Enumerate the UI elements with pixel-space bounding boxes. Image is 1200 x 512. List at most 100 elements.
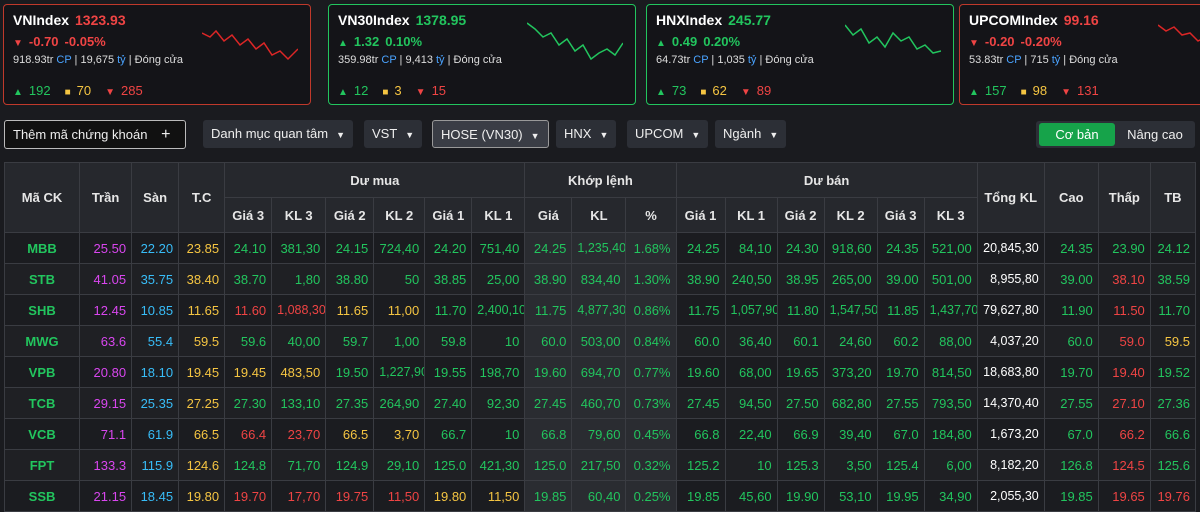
subheader-giá-1[interactable]: Giá 1: [424, 197, 473, 233]
cell-ask-price-2: 19.90: [776, 480, 825, 512]
subheader-kl[interactable]: KL: [571, 197, 627, 233]
cell-bid-vol-3: 381,30: [271, 232, 327, 264]
table-row[interactable]: MBB 25.50 22.20 23.85 24.10 381,30 24.15 724,40…: [3, 232, 1197, 264]
header-low[interactable]: Thấp: [1097, 162, 1151, 233]
cell-symbol[interactable]: SHB: [3, 294, 81, 326]
table-row[interactable]: SSB 21.15 18.45 19.80 19.70 17,70 19.75 11,50 19…: [3, 480, 1197, 512]
subheader-kl-1[interactable]: KL 1: [471, 197, 526, 233]
subheader-kl-2[interactable]: KL 2: [823, 197, 878, 233]
subheader-kl-3[interactable]: KL 3: [923, 197, 978, 233]
index-sparkline: [845, 24, 941, 54]
advanced-view-button[interactable]: Nâng cao: [1118, 123, 1192, 146]
cell-symbol[interactable]: TCB: [3, 387, 81, 419]
cell-ask-vol-1: 36,40: [724, 325, 778, 357]
cell-symbol[interactable]: MBB: [3, 232, 81, 264]
subheader-giá-1[interactable]: Giá 1: [675, 197, 726, 233]
header-ask-group: Dư bán: [675, 162, 978, 198]
header-symbol[interactable]: Mã CK: [3, 162, 81, 233]
cell-high: 67.0: [1043, 418, 1099, 450]
cell-bid-price-1: 24.20: [424, 232, 473, 264]
cell-symbol[interactable]: VPB: [3, 356, 81, 388]
cell-bid-vol-1: 751,40: [471, 232, 526, 264]
hnx-dropdown[interactable]: HNX ▼: [556, 120, 617, 148]
table-row[interactable]: MWG 63.6 55.4 59.5 59.6 40,00 59.7 1,00 59.8 10 60…: [3, 325, 1197, 357]
index-card-upcomindex[interactable]: UPCOMIndex99.16-0.20-0.20%53.83trCP | 71…: [959, 4, 1200, 105]
cell-bid-price-2: 19.50: [325, 356, 375, 388]
basic-view-button[interactable]: Cơ bản: [1039, 123, 1115, 146]
advancers-count: 12: [338, 83, 368, 98]
index-card-vn30index[interactable]: VN30Index1378.951.320.10%359.98trCP | 9,…: [328, 4, 636, 105]
add-symbol-button[interactable]: Thêm mã chứng khoán +: [4, 120, 186, 149]
cell-ask-price-2: 66.9: [776, 418, 825, 450]
cell-low: 66.2: [1097, 418, 1151, 450]
cell-bid-price-1: 38.85: [424, 263, 473, 295]
cell-total-volume: 2,055,30: [976, 480, 1045, 512]
price-board-body: MBB 25.50 22.20 23.85 24.10 381,30 24.15 724,40…: [3, 232, 1197, 512]
subheader-kl-2[interactable]: KL 2: [373, 197, 426, 233]
subheader-percent[interactable]: %: [625, 197, 677, 233]
table-row[interactable]: VPB 20.80 18.10 19.45 19.45 483,50 19.50 1,227,…: [3, 356, 1197, 388]
cell-match-price: 11.75: [524, 294, 573, 326]
table-row[interactable]: VCB 71.1 61.9 66.5 66.4 23,70 66.5 3,70 66.7 10 66…: [3, 418, 1197, 450]
cell-low: 19.40: [1097, 356, 1151, 388]
cell-ask-vol-2: 373,20: [823, 356, 878, 388]
arrow-down-icon: [13, 34, 29, 49]
table-row[interactable]: STB 41.05 35.75 38.40 38.70 1,80 38.80 50 38.85 2…: [3, 263, 1197, 295]
industry-dropdown[interactable]: Ngành ▼: [715, 120, 787, 148]
cell-bid-price-3: 66.4: [224, 418, 273, 450]
table-row[interactable]: FPT 133.3 115.9 124.6 124.8 71,70 124.9 29,10 12…: [3, 449, 1197, 481]
cell-floor: 10.85: [131, 294, 180, 326]
index-change-value: 0.49: [671, 34, 698, 49]
cell-bid-vol-1: 198,70: [471, 356, 526, 388]
vst-dropdown[interactable]: VST ▼: [364, 120, 423, 148]
watchlist-dropdown[interactable]: Danh mục quan tâm ▼: [203, 120, 353, 148]
cell-ask-price-1: 19.60: [675, 356, 726, 388]
subheader-giá-3[interactable]: Giá 3: [876, 197, 925, 233]
advancers-count: 192: [13, 83, 51, 98]
subheader-giá-3[interactable]: Giá 3: [224, 197, 273, 233]
header-total-volume[interactable]: Tổng KL: [976, 162, 1045, 233]
cell-bid-vol-2: 264,90: [373, 387, 426, 419]
index-change-value: -0.20: [984, 34, 1015, 49]
table-row[interactable]: TCB 29.15 25.35 27.25 27.30 133,10 27.35 264,90…: [3, 387, 1197, 419]
cell-bid-price-2: 38.80: [325, 263, 375, 295]
cell-bid-price-1: 59.8: [424, 325, 473, 357]
hose-label: HOSE (VN30): [441, 127, 523, 142]
cell-symbol[interactable]: STB: [3, 263, 81, 295]
subheader-giá-2[interactable]: Giá 2: [325, 197, 375, 233]
view-mode-toggle: Cơ bản Nâng cao: [1036, 121, 1195, 148]
header-floor[interactable]: Sàn: [131, 162, 180, 233]
cell-ask-price-3: 27.55: [876, 387, 925, 419]
hose-dropdown[interactable]: HOSE (VN30) ▼: [432, 120, 549, 148]
index-change-value: 1.32: [353, 34, 380, 49]
header-high[interactable]: Cao: [1043, 162, 1099, 233]
cell-floor: 22.20: [131, 232, 180, 264]
table-row[interactable]: SHB 12.45 10.85 11.65 11.60 1,088,30 11.65 11,0…: [3, 294, 1197, 326]
subheader-kl-3[interactable]: KL 3: [271, 197, 327, 233]
cell-symbol[interactable]: MWG: [3, 325, 81, 357]
cell-symbol[interactable]: FPT: [3, 449, 81, 481]
index-value: 99.16: [1063, 12, 1099, 28]
cell-ask-price-2: 11.80: [776, 294, 825, 326]
header-match-group: Khớp lệnh: [524, 162, 677, 198]
cell-reference: 66.5: [178, 418, 226, 450]
subheader-giá[interactable]: Giá: [524, 197, 573, 233]
chevron-down-icon: ▼: [769, 130, 779, 140]
header-reference[interactable]: T.C: [178, 162, 226, 233]
cell-bid-vol-2: 29,10: [373, 449, 426, 481]
upcom-dropdown[interactable]: UPCOM ▼: [627, 120, 709, 148]
sparkline-path: [527, 22, 623, 61]
index-card-vnindex[interactable]: VNIndex1323.93-0.70-0.05%918.93trCP | 19…: [3, 4, 311, 105]
cell-total-volume: 18,683,80: [976, 356, 1045, 388]
subheader-giá-2[interactable]: Giá 2: [776, 197, 825, 233]
index-volume: 359.98tr: [338, 54, 379, 66]
index-card-hnxindex[interactable]: HNXIndex245.770.490.20%64.73trCP | 1,035…: [646, 4, 954, 105]
cell-symbol[interactable]: SSB: [3, 480, 81, 512]
subheader-kl-1[interactable]: KL 1: [724, 197, 778, 233]
cell-symbol[interactable]: VCB: [3, 418, 81, 450]
header-ceiling[interactable]: Trần: [79, 162, 133, 233]
index-value-traded: 19,675: [80, 54, 115, 66]
header-average[interactable]: TB: [1149, 162, 1197, 233]
cell-bid-price-1: 19.80: [424, 480, 473, 512]
unchanged-count: 70: [65, 83, 92, 98]
